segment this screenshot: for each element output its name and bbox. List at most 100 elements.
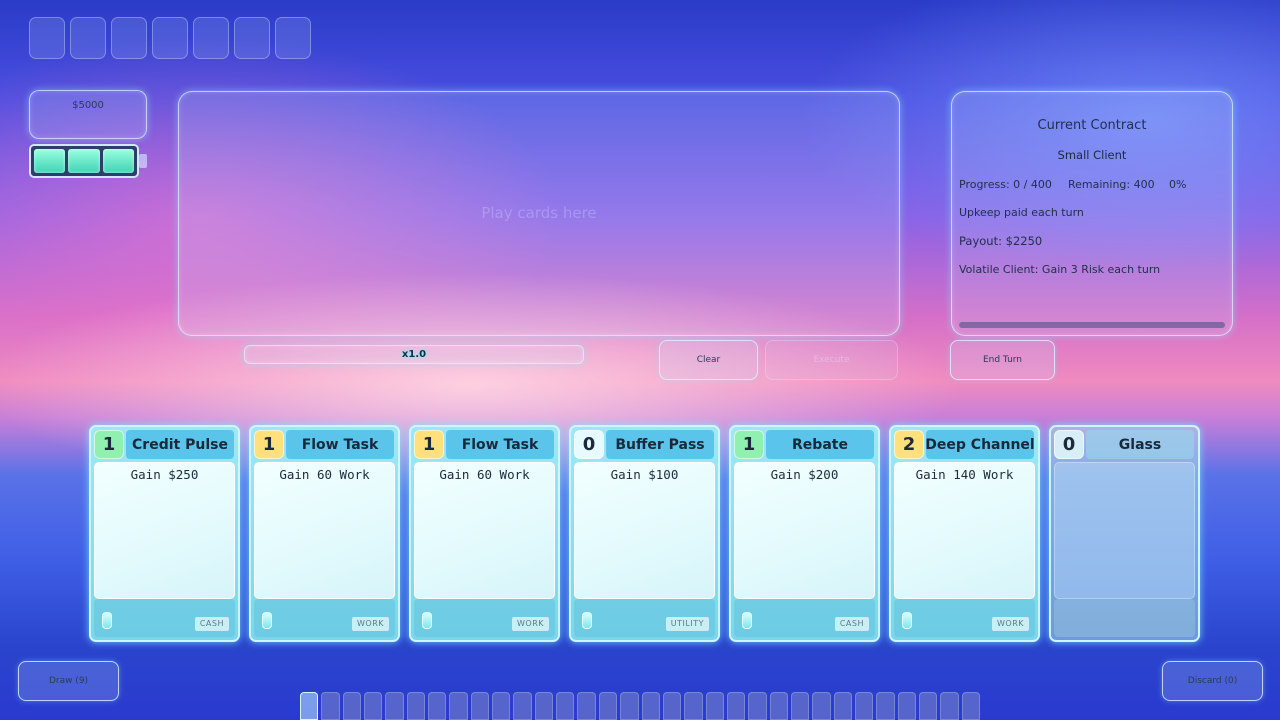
deck-slot[interactable] — [833, 692, 852, 720]
deck-slot[interactable] — [556, 692, 575, 720]
card-type-tag: CASH — [834, 617, 869, 631]
card-footer: CASH — [734, 599, 875, 637]
discard-pile-button[interactable]: Discard (0) — [1162, 661, 1263, 701]
card[interactable]: 2 Deep Channel Gain 140 Work WORK — [889, 425, 1040, 642]
deck-strip — [300, 692, 980, 720]
top-slot[interactable] — [111, 17, 147, 59]
card[interactable]: 1 Credit Pulse Gain $250 CASH — [89, 425, 240, 642]
deck-slot[interactable] — [726, 692, 746, 720]
deck-slot[interactable] — [897, 692, 916, 720]
card-type-tag: CASH — [194, 617, 229, 631]
card[interactable]: 0 Glass — [1049, 425, 1200, 642]
deck-slot[interactable] — [620, 692, 639, 720]
top-slot[interactable] — [29, 17, 65, 59]
end-turn-button-label: End Turn — [982, 355, 1023, 365]
execute-button[interactable]: Execute — [765, 340, 898, 380]
deck-slot[interactable] — [684, 692, 703, 720]
energy-pip — [34, 149, 66, 173]
card-cost: 2 — [894, 430, 924, 459]
deck-slot[interactable] — [577, 692, 596, 720]
deck-slot[interactable] — [790, 692, 810, 720]
deck-slot[interactable] — [918, 692, 938, 720]
play-zone[interactable]: Play cards here — [178, 91, 900, 336]
deck-slot[interactable] — [492, 692, 511, 720]
card-name: Deep Channel — [925, 430, 1035, 459]
deck-slot[interactable] — [513, 692, 532, 720]
deck-slot[interactable] — [940, 692, 959, 720]
top-slot[interactable] — [152, 17, 188, 59]
card-effect: Gain 60 Work — [254, 462, 395, 599]
deck-slot[interactable] — [961, 692, 980, 720]
contract-title: Current Contract — [1037, 118, 1147, 133]
card[interactable]: 1 Rebate Gain $200 CASH — [729, 425, 880, 642]
card-footer: WORK — [414, 599, 555, 637]
top-slot[interactable] — [275, 17, 311, 59]
card-name: Buffer Pass — [606, 430, 714, 459]
money-display: $5000 — [29, 90, 147, 139]
card-effect: Gain 140 Work — [894, 462, 1035, 599]
deck-slot[interactable] — [876, 692, 895, 720]
clear-button-label: Clear — [696, 355, 721, 365]
card-gem-icon — [902, 612, 912, 629]
card-name: Credit Pulse — [126, 430, 234, 459]
deck-slot[interactable] — [364, 692, 383, 720]
card-effect: Gain $100 — [574, 462, 715, 599]
deck-slot[interactable] — [598, 692, 618, 720]
card-type-tag: WORK — [991, 617, 1029, 631]
deck-slot[interactable] — [854, 692, 874, 720]
contract-payout: Payout: $2250 — [959, 234, 1043, 248]
deck-slot[interactable] — [321, 692, 340, 720]
deck-slot[interactable] — [428, 692, 447, 720]
top-slot[interactable] — [70, 17, 106, 59]
end-turn-button[interactable]: End Turn — [950, 340, 1055, 380]
deck-slot[interactable] — [300, 692, 319, 720]
multiplier-value: x1.0 — [401, 349, 427, 360]
deck-slot[interactable] — [748, 692, 767, 720]
contract-progress: Progress: 0 / 400 — [959, 178, 1052, 191]
money-value: $5000 — [72, 100, 104, 111]
card-name: Flow Task — [446, 430, 554, 459]
energy-bar-cap — [139, 154, 147, 168]
deck-slot[interactable] — [705, 692, 724, 720]
contract-percent: 0% — [1169, 178, 1187, 191]
contract-remaining: Remaining: 400 — [1068, 178, 1155, 191]
card-cost: 1 — [414, 430, 444, 459]
card-cost: 0 — [574, 430, 604, 459]
deck-slot[interactable] — [470, 692, 490, 720]
energy-bar — [29, 144, 139, 178]
card-type-tag: UTILITY — [665, 617, 709, 631]
execute-button-label: Execute — [813, 355, 850, 365]
card-gem-icon — [422, 612, 432, 629]
clear-button[interactable]: Clear — [659, 340, 758, 380]
card-gem-icon — [102, 612, 112, 629]
deck-slot[interactable] — [534, 692, 554, 720]
card-footer: UTILITY — [574, 599, 715, 637]
card-effect: Gain 60 Work — [414, 462, 555, 599]
card-cost: 0 — [1054, 430, 1084, 459]
deck-slot[interactable] — [449, 692, 468, 720]
card[interactable]: 1 Flow Task Gain 60 Work WORK — [409, 425, 560, 642]
deck-slot[interactable] — [406, 692, 426, 720]
play-zone-hint: Play cards here — [481, 204, 597, 222]
deck-slot[interactable] — [812, 692, 831, 720]
card-cost: 1 — [734, 430, 764, 459]
deck-slot[interactable] — [769, 692, 788, 720]
card-name: Rebate — [766, 430, 874, 459]
card-name: Glass — [1086, 430, 1194, 459]
draw-pile-button[interactable]: Draw (9) — [18, 661, 119, 701]
discard-pile-label: Discard (0) — [1187, 676, 1238, 686]
card-effect — [1054, 462, 1195, 599]
top-slot[interactable] — [193, 17, 229, 59]
deck-slot[interactable] — [342, 692, 362, 720]
contract-upkeep: Upkeep paid each turn — [959, 206, 1084, 219]
card-name: Flow Task — [286, 430, 394, 459]
card-gem-icon — [582, 612, 592, 629]
deck-slot[interactable] — [385, 692, 404, 720]
card[interactable]: 0 Buffer Pass Gain $100 UTILITY — [569, 425, 720, 642]
contract-panel: Current Contract Small Client Progress: … — [951, 91, 1233, 336]
deck-slot[interactable] — [641, 692, 660, 720]
top-slot[interactable] — [234, 17, 270, 59]
card-footer: WORK — [254, 599, 395, 637]
deck-slot[interactable] — [662, 692, 682, 720]
card[interactable]: 1 Flow Task Gain 60 Work WORK — [249, 425, 400, 642]
